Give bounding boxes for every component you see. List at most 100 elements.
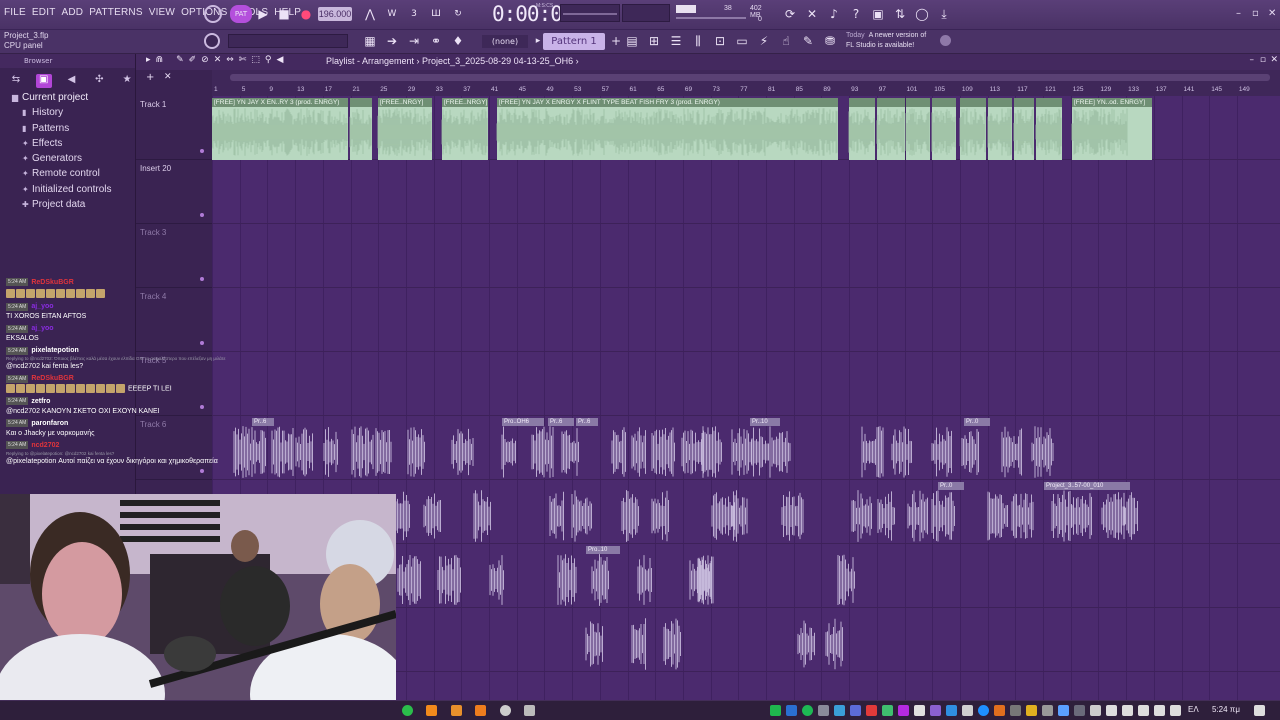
arrow-icon[interactable]: ➔ xyxy=(382,32,402,50)
battery-icon[interactable] xyxy=(1154,705,1165,716)
minimize-icon[interactable]: – xyxy=(1236,8,1241,19)
tray-discord-icon[interactable] xyxy=(850,705,861,716)
tray-app-icon[interactable] xyxy=(834,705,845,716)
tempo-display[interactable]: 196.000 xyxy=(318,7,352,21)
volume-icon[interactable] xyxy=(1138,705,1149,716)
record-icon[interactable]: ● xyxy=(296,5,316,23)
render-icon[interactable]: ⇅ xyxy=(890,5,910,23)
loop-record-icon[interactable]: ↻ xyxy=(448,5,468,23)
playlist-add-icon[interactable]: + xyxy=(146,72,154,83)
touch-icon[interactable]: ☝ xyxy=(776,32,796,50)
browser-all-icon[interactable]: ▣ xyxy=(35,74,52,88)
mixer-icon[interactable]: ☰ xyxy=(666,32,686,50)
playback-tool-icon[interactable]: ◀ xyxy=(276,55,283,65)
audio-app-icon[interactable] xyxy=(524,705,535,716)
master-pitch-knob[interactable] xyxy=(204,33,220,49)
playlist-close-small-icon[interactable]: ✕ xyxy=(164,72,172,82)
tree-remote-control[interactable]: ✦ Remote control xyxy=(0,166,135,181)
track-header-2[interactable]: Insert 20 xyxy=(136,160,212,224)
tray-app-icon[interactable] xyxy=(994,705,1005,716)
stamp-icon[interactable]: ♦ xyxy=(448,32,468,50)
pattern-song-toggle-icon[interactable] xyxy=(204,5,222,23)
tree-effects[interactable]: ✦ Effects xyxy=(0,136,135,151)
tray-app-icon[interactable] xyxy=(1074,705,1085,716)
file-explorer-icon[interactable] xyxy=(451,705,462,716)
timeline-ruler[interactable]: 1 5 9 13 17 21 25 29 33 37 41 45 49 53 57 61 65 69 73 77 81 8… xyxy=(212,70,1280,96)
browser-speaker-icon[interactable]: ◀ xyxy=(64,74,80,88)
play-icon[interactable]: ▶ xyxy=(253,5,273,23)
plug-icon[interactable]: ⚡ xyxy=(754,32,774,50)
fl-studio-active-icon[interactable] xyxy=(475,705,486,716)
maximize-icon[interactable]: ▫ xyxy=(1252,8,1259,19)
countdown-icon[interactable]: 3 xyxy=(404,5,424,23)
tray-app-icon[interactable] xyxy=(914,705,925,716)
playlist-minimize-icon[interactable]: – xyxy=(1250,55,1255,65)
master-volume-slider[interactable] xyxy=(560,4,620,22)
browser-toggle-icon[interactable]: ▭ xyxy=(732,32,752,50)
tree-generators[interactable]: ✦ Generators xyxy=(0,151,135,166)
tray-app-icon[interactable] xyxy=(962,705,973,716)
tray-app-icon[interactable] xyxy=(898,705,909,716)
blend-notes-icon[interactable]: Ш xyxy=(426,5,446,23)
cpu-panel[interactable]: 38 402 MB 0 xyxy=(674,2,774,26)
notifications-icon[interactable] xyxy=(1254,705,1265,716)
tree-history[interactable]: ▮ History xyxy=(0,105,135,120)
step-seq-icon[interactable]: ⇥ xyxy=(404,32,424,50)
slip-tool-icon[interactable]: ⇔ xyxy=(226,55,234,65)
playlist-menu-arrow-icon[interactable]: ▸ xyxy=(146,55,151,65)
track-2-dot[interactable] xyxy=(200,213,204,217)
menu-file[interactable]: FILE xyxy=(4,7,26,18)
mute-tool-icon[interactable]: ✕ xyxy=(214,55,222,65)
chat-icon[interactable]: ◯ xyxy=(912,5,932,23)
tray-app-icon[interactable] xyxy=(786,705,797,716)
tray-spotify-icon[interactable] xyxy=(802,705,813,716)
menu-add[interactable]: ADD xyxy=(62,7,84,18)
stop-icon[interactable]: ■ xyxy=(274,5,294,23)
save-icon[interactable]: ▣ xyxy=(868,5,888,23)
spotify-icon[interactable] xyxy=(402,705,413,716)
faders-icon[interactable]: ⫼ xyxy=(688,32,708,50)
browser-star-icon[interactable]: ★ xyxy=(119,74,135,88)
tray-app-icon[interactable] xyxy=(1042,705,1053,716)
tools-icon[interactable]: ✕ xyxy=(802,5,822,23)
tray-app-icon[interactable] xyxy=(1058,705,1069,716)
playlist-close-icon[interactable]: ✕ xyxy=(1270,55,1278,65)
network-icon[interactable] xyxy=(1122,705,1133,716)
tray-app-icon[interactable] xyxy=(818,705,829,716)
keyboard-language[interactable]: ΕΛ xyxy=(1188,705,1199,714)
tray-app-icon[interactable] xyxy=(866,705,877,716)
tray-app-icon[interactable] xyxy=(946,705,957,716)
fl-studio-taskbar-icon[interactable] xyxy=(426,705,437,716)
cart-icon[interactable]: ⛃ xyxy=(820,32,840,50)
song-mode-button[interactable]: PAT xyxy=(230,5,252,23)
master-pitch-slider[interactable] xyxy=(228,34,348,48)
tray-app-icon[interactable] xyxy=(1026,705,1037,716)
menu-view[interactable]: VIEW xyxy=(149,7,175,18)
menu-edit[interactable]: EDIT xyxy=(32,7,56,18)
news-panel[interactable]: Today A newer version of FL Studio is av… xyxy=(846,31,926,51)
magnet-icon[interactable]: ⋒ xyxy=(156,55,164,65)
help-icon[interactable]: ? xyxy=(846,5,866,23)
zoom-tool-icon[interactable]: ⚲ xyxy=(265,55,272,65)
tray-app-icon[interactable] xyxy=(1090,705,1101,716)
tray-app-icon[interactable] xyxy=(978,705,989,716)
microphone-tray-icon[interactable] xyxy=(1106,705,1117,716)
tree-patterns[interactable]: ▮ Patterns xyxy=(0,121,135,136)
tray-app-icon[interactable] xyxy=(1010,705,1021,716)
tray-app-icon[interactable] xyxy=(770,705,781,716)
playlist-icon[interactable]: ▤ xyxy=(622,32,642,50)
track-6-dot[interactable] xyxy=(200,469,204,473)
tree-project-data[interactable]: ✚ Project data xyxy=(0,197,135,212)
slice-tool-icon[interactable]: ✄ xyxy=(239,55,247,65)
paint-tool-icon[interactable]: ✐ xyxy=(189,55,197,65)
browser-plugin-icon[interactable]: ✣ xyxy=(91,74,107,88)
metronome-icon[interactable]: ⋀ xyxy=(360,5,380,23)
select-tool-icon[interactable]: ⬚ xyxy=(251,55,260,65)
tray-app-icon[interactable] xyxy=(930,705,941,716)
browser-back-icon[interactable]: ⇆ xyxy=(8,74,24,88)
microphone-icon[interactable]: ♪ xyxy=(824,5,844,23)
tray-app-icon[interactable] xyxy=(882,705,893,716)
piano-roll-icon[interactable]: ▦ xyxy=(360,32,380,50)
wait-icon[interactable]: W xyxy=(382,5,402,23)
menu-patterns[interactable]: PATTERNS xyxy=(89,7,142,18)
